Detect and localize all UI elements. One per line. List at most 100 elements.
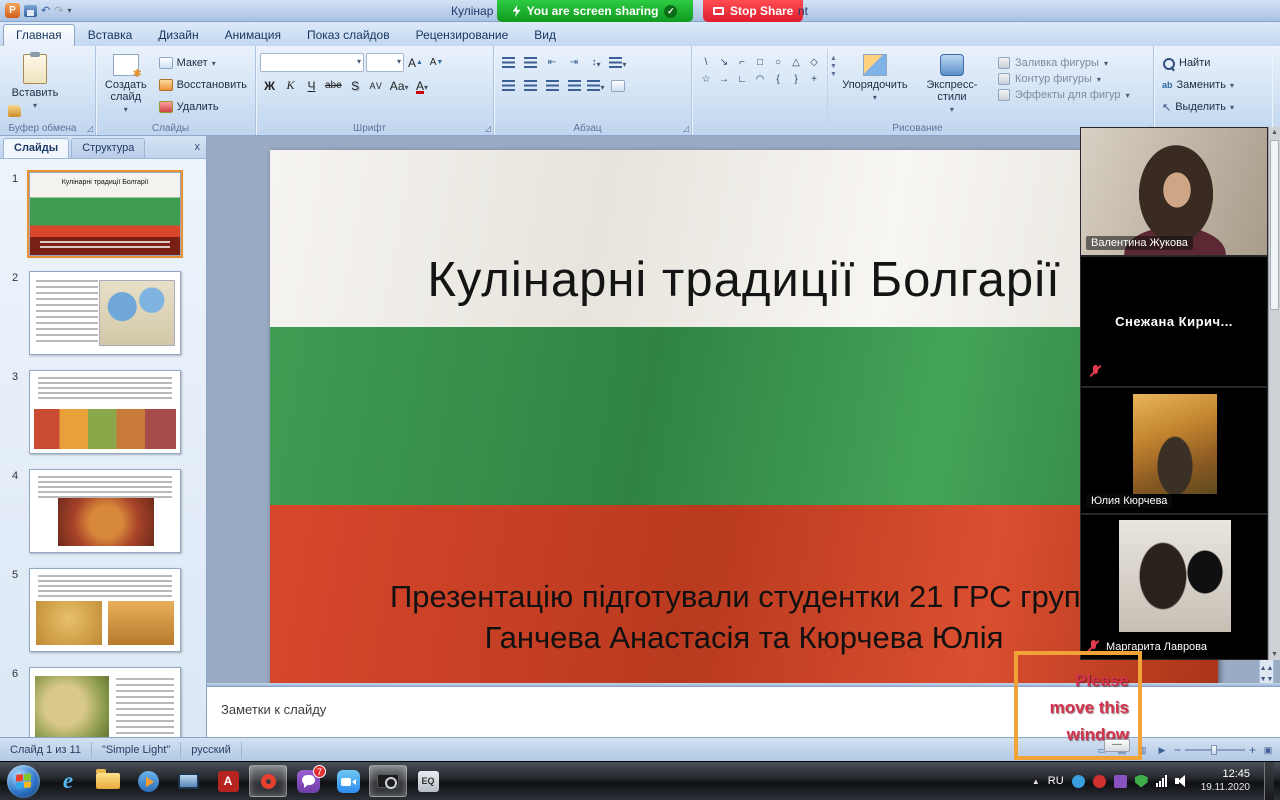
- slide-title[interactable]: Кулінарні традиції Болгарії: [270, 252, 1218, 308]
- reset-button[interactable]: Восстановить: [155, 75, 251, 95]
- slide-subtitle[interactable]: Презентацію підготували студентки 21 ГРС…: [270, 576, 1218, 658]
- powerpoint-app-icon[interactable]: P: [5, 3, 20, 18]
- shapes-more-icon[interactable]: ▼: [830, 71, 837, 78]
- find-button[interactable]: Найти: [1158, 53, 1238, 73]
- shape-icon[interactable]: \: [698, 55, 714, 70]
- taskbar-viber-button[interactable]: 7: [289, 765, 327, 797]
- tray-blue-app-icon[interactable]: [1072, 775, 1085, 788]
- shape-icon[interactable]: ◇: [806, 55, 822, 70]
- smartart-convert-button[interactable]: [608, 76, 628, 95]
- replace-button[interactable]: ab Заменить: [1158, 75, 1238, 95]
- slide-thumbnail-5[interactable]: 5: [0, 565, 206, 664]
- redo-icon[interactable]: ↷: [54, 4, 63, 18]
- volume-icon[interactable]: [1175, 775, 1189, 787]
- video-tile-4[interactable]: Маргарита Лаврова: [1080, 514, 1268, 660]
- justify-button[interactable]: [564, 76, 584, 95]
- undo-icon[interactable]: ↶: [41, 4, 50, 18]
- tab-review[interactable]: Рецензирование: [403, 24, 522, 46]
- tab-slideshow[interactable]: Показ слайдов: [294, 24, 403, 46]
- shapes-scroll-buttons[interactable]: ▲ ▼ ▼: [827, 49, 837, 121]
- shape-icon[interactable]: □: [752, 55, 768, 70]
- show-desktop-button[interactable]: [1264, 762, 1274, 800]
- slide-thumbnail-3[interactable]: 3: [0, 367, 206, 466]
- stop-share-button[interactable]: Stop Share: [703, 0, 803, 22]
- align-right-button[interactable]: [542, 76, 562, 95]
- taskbar-eq-app-button[interactable]: EQ: [409, 765, 447, 797]
- font-size-combobox[interactable]: [366, 53, 404, 72]
- keyboard-language-indicator[interactable]: RU: [1048, 775, 1064, 787]
- start-button[interactable]: [7, 765, 40, 798]
- fit-to-window-button[interactable]: ▣: [1260, 742, 1276, 757]
- video-tile-3[interactable]: Юлия Кюрчева: [1080, 387, 1268, 514]
- save-icon[interactable]: [24, 5, 37, 17]
- taskbar-zoom-button[interactable]: [329, 765, 367, 797]
- grow-font-button[interactable]: А▲: [406, 53, 425, 72]
- tray-security-shield-icon[interactable]: [1135, 775, 1148, 788]
- shape-fill-button[interactable]: Заливка фигуры: [998, 57, 1130, 69]
- slideshow-view-button[interactable]: ▶: [1154, 742, 1170, 757]
- shape-icon[interactable]: →: [716, 72, 732, 87]
- taskbar-media-player-button[interactable]: [129, 765, 167, 797]
- layout-button[interactable]: Макет: [155, 53, 251, 73]
- shape-icon[interactable]: △: [788, 55, 804, 70]
- text-direction-button[interactable]: [608, 53, 628, 72]
- next-slide-icon[interactable]: ▼▼: [1260, 676, 1274, 683]
- dialog-launcher-icon[interactable]: ◿: [87, 124, 93, 133]
- network-signal-icon[interactable]: [1156, 775, 1167, 787]
- arrange-button[interactable]: Упорядочить: [840, 49, 910, 121]
- zoom-slider[interactable]: [1185, 749, 1245, 751]
- tab-slides-thumbnails[interactable]: Слайды: [3, 138, 69, 158]
- shape-icon[interactable]: ○: [770, 55, 786, 70]
- video-tile-2[interactable]: Снежана Кирич...: [1080, 256, 1268, 387]
- shape-icon[interactable]: {: [770, 72, 786, 87]
- tab-view[interactable]: Вид: [521, 24, 569, 46]
- shape-icon[interactable]: ↘: [716, 55, 732, 70]
- dialog-launcher-icon[interactable]: ◿: [683, 124, 689, 133]
- strikethrough-button[interactable]: abe: [323, 76, 344, 95]
- shape-icon[interactable]: }: [788, 72, 804, 87]
- shape-icon[interactable]: ⌐: [734, 55, 750, 70]
- minimize-button[interactable]: [1104, 739, 1130, 752]
- change-case-button[interactable]: Аа: [388, 76, 411, 95]
- bold-button[interactable]: Ж: [260, 76, 279, 95]
- align-left-button[interactable]: [498, 76, 518, 95]
- dialog-launcher-icon[interactable]: ◿: [485, 124, 491, 133]
- taskbar-explorer-button[interactable]: [89, 765, 127, 797]
- shape-icon[interactable]: ∟: [734, 72, 750, 87]
- tab-outline[interactable]: Структура: [71, 138, 145, 158]
- select-button[interactable]: ↖ Выделить: [1158, 97, 1238, 117]
- format-painter-icon[interactable]: [8, 105, 21, 117]
- theme-name[interactable]: "Simple Light": [92, 742, 181, 758]
- hidden-icons-chevron[interactable]: ▲: [1032, 777, 1040, 786]
- shape-icon[interactable]: ◠: [752, 72, 768, 87]
- video-tile-1[interactable]: Валентина Жукова: [1080, 127, 1268, 256]
- qat-dropdown-icon[interactable]: ▾: [67, 6, 71, 15]
- slide-thumbnail-4[interactable]: 4: [0, 466, 206, 565]
- language-indicator[interactable]: русский: [181, 742, 241, 758]
- close-pane-icon[interactable]: x: [195, 141, 201, 153]
- shapes-scroll-up-icon[interactable]: ▲: [830, 55, 837, 62]
- bullets-button[interactable]: [498, 53, 518, 72]
- tray-viber-icon[interactable]: [1114, 775, 1127, 788]
- shape-icon[interactable]: ☆: [698, 72, 714, 87]
- shape-effects-button[interactable]: Эффекты для фигур: [998, 89, 1130, 101]
- tab-animation[interactable]: Анимация: [212, 24, 294, 46]
- tab-design[interactable]: Дизайн: [145, 24, 211, 46]
- panel-scrollbar[interactable]: ▲ ▼: [1268, 127, 1280, 660]
- tab-insert[interactable]: Вставка: [75, 24, 146, 46]
- shapes-scroll-down-icon[interactable]: ▼: [830, 63, 837, 70]
- slide-canvas[interactable]: Кулінарні традиції Болгарії Презентацію …: [270, 150, 1218, 683]
- increase-indent-button[interactable]: ⇥: [564, 53, 584, 72]
- underline-button[interactable]: Ч: [302, 76, 321, 95]
- italic-button[interactable]: К: [281, 76, 300, 95]
- taskbar-pdf-reader-button[interactable]: A: [209, 765, 247, 797]
- scroll-up-icon[interactable]: ▲: [1269, 129, 1280, 136]
- tray-clock[interactable]: 12:45 19.11.2020: [1201, 768, 1250, 794]
- tab-home[interactable]: Главная: [3, 24, 75, 46]
- slide-thumbnail-1[interactable]: 1 Кулінарні традиції Болгарії: [0, 169, 206, 268]
- shape-icon[interactable]: +: [806, 72, 822, 87]
- scrollbar-thumb[interactable]: [1270, 140, 1279, 310]
- font-name-combobox[interactable]: [260, 53, 364, 72]
- numbering-button[interactable]: [520, 53, 540, 72]
- previous-slide-icon[interactable]: ▲▲: [1260, 665, 1274, 672]
